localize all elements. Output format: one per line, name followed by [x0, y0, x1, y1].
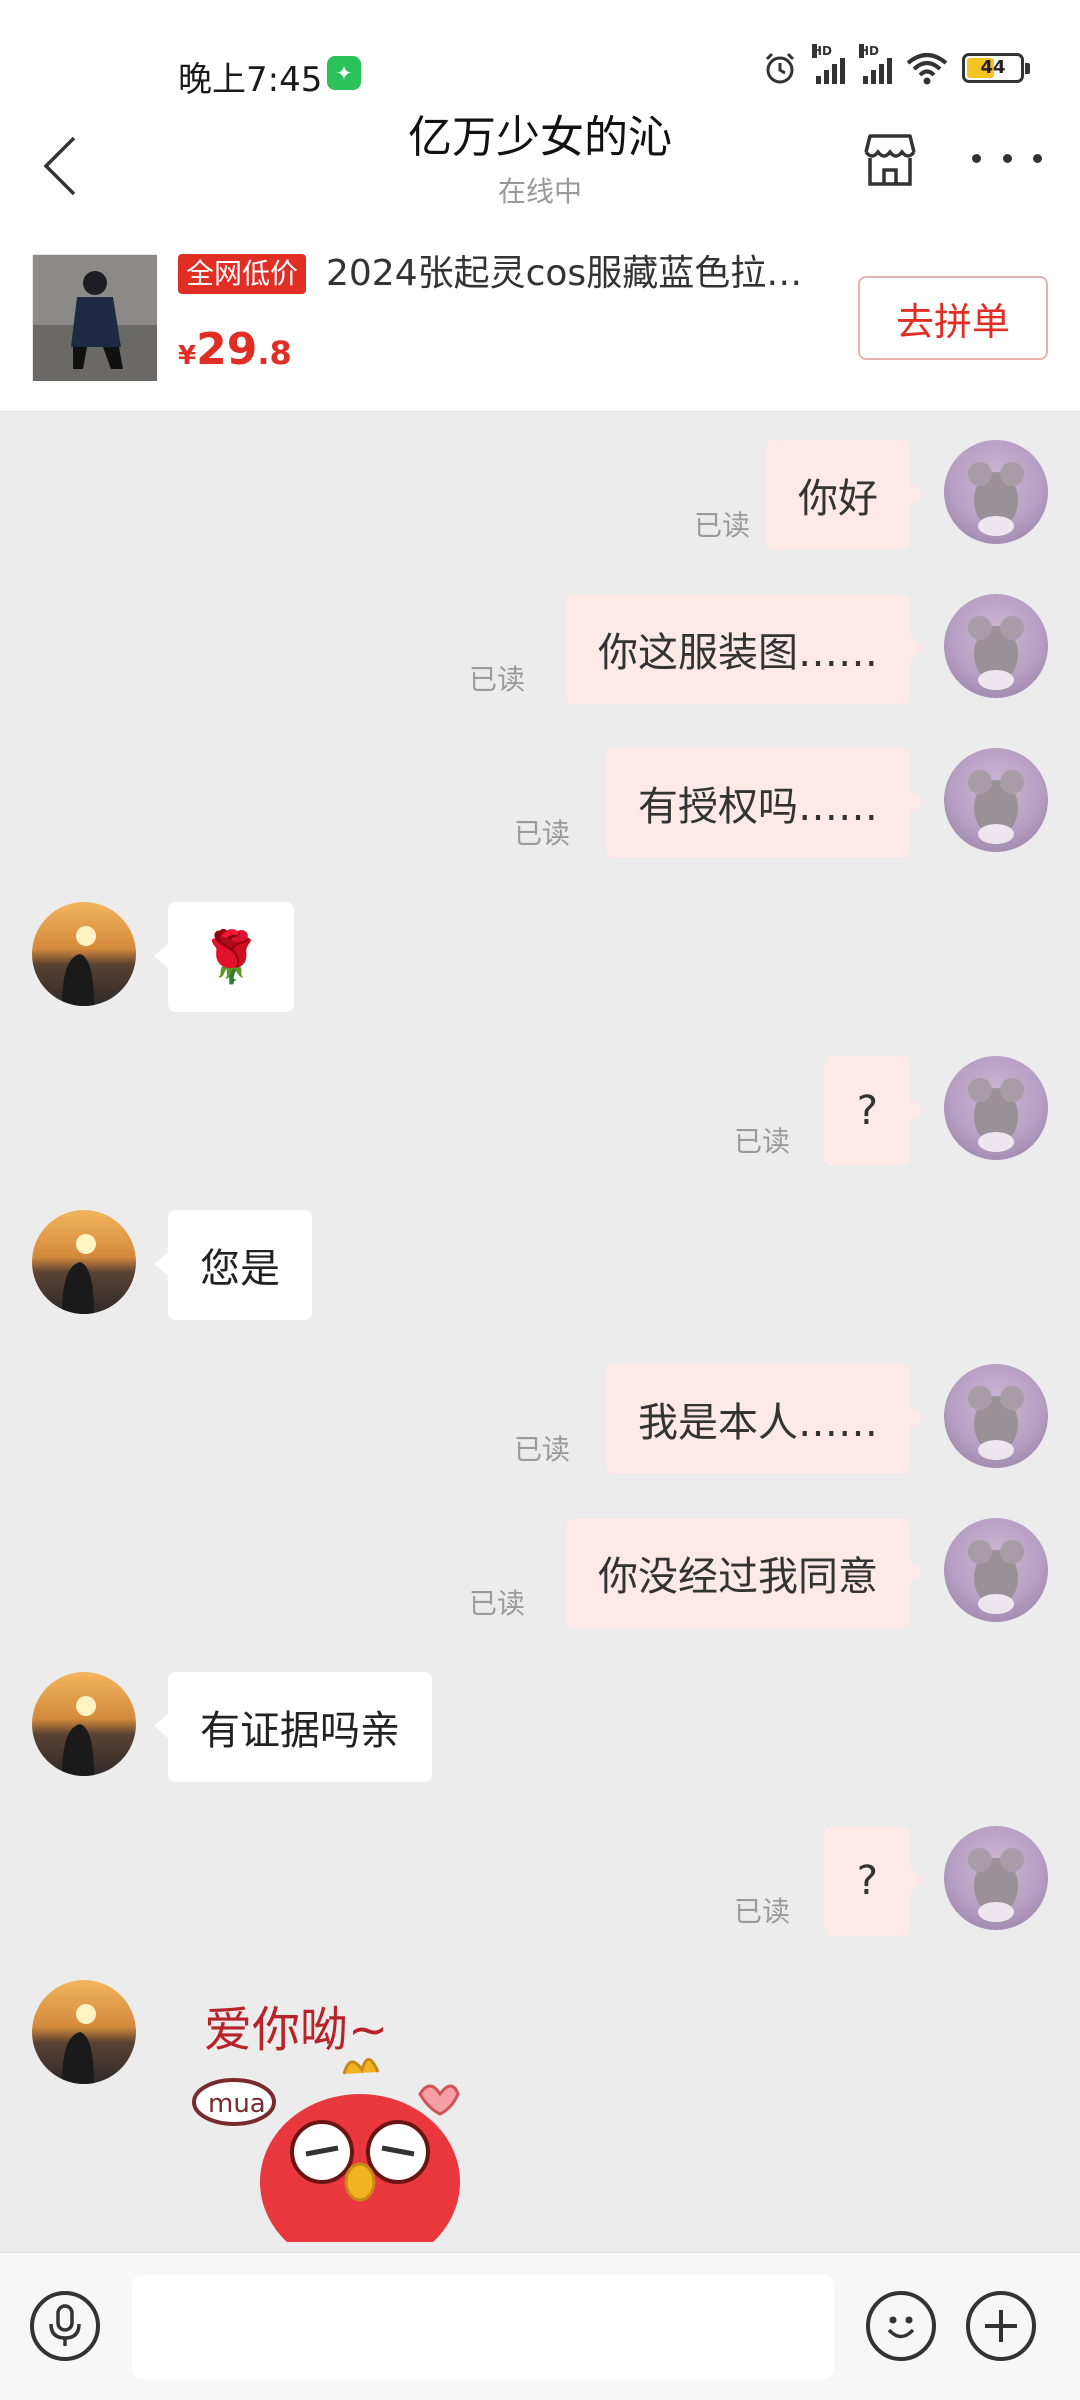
message-input[interactable]	[132, 2275, 834, 2379]
read-receipt: 已读	[468, 663, 525, 696]
more-options-button[interactable]	[972, 138, 1042, 178]
dot-icon	[1033, 153, 1042, 163]
read-receipt: 已读	[693, 509, 750, 542]
contact-avatar[interactable]	[32, 1210, 136, 1314]
cellular-signal-icon: HD	[812, 44, 845, 84]
my-avatar[interactable]	[944, 594, 1048, 698]
product-card[interactable]: 全网低价 2024张起灵cos服藏蓝色拉… ¥ 29 .8 去拼单	[0, 222, 1080, 412]
contact-avatar[interactable]	[32, 902, 136, 1006]
my-message-bubble[interactable]: 你这服装图……	[566, 594, 924, 704]
battery-level: 44	[980, 57, 1006, 78]
microphone-icon	[49, 2304, 81, 2346]
love-you-sticker[interactable]: 爱你呦~ mua	[190, 1982, 530, 2242]
rose-emoji: 🌹	[200, 927, 263, 986]
dot-icon	[1002, 153, 1012, 163]
my-message-bubble[interactable]: 我是本人……	[606, 1364, 924, 1474]
store-icon[interactable]	[858, 128, 922, 192]
product-thumbnail[interactable]	[32, 254, 157, 381]
my-message-bubble[interactable]: 你没经过我同意	[566, 1518, 924, 1628]
my-avatar[interactable]	[944, 748, 1048, 852]
status-icons: HD HD 44	[762, 44, 1030, 86]
smiley-icon	[887, 2316, 915, 2339]
sticker-tag: mua	[208, 2089, 266, 2119]
my-avatar[interactable]	[944, 1518, 1048, 1622]
chat-header: 亿万少女的沁 在线中	[0, 110, 1080, 222]
plus-icon	[985, 2310, 1017, 2342]
dot-icon	[972, 153, 981, 163]
status-time: 晚上7:45	[178, 60, 323, 100]
contact-avatar[interactable]	[32, 1980, 136, 2084]
my-message-bubble[interactable]: ?	[824, 1056, 925, 1166]
contact-message-bubble[interactable]: 有证据吗亲	[154, 1672, 432, 1782]
alarm-icon	[765, 52, 795, 84]
contact-message-bubble[interactable]: 🌹	[153, 902, 295, 1012]
wifi-icon	[906, 53, 948, 85]
read-receipt: 已读	[733, 1895, 790, 1928]
my-message-bubble[interactable]: 有授权吗……	[606, 748, 924, 858]
contact-avatar[interactable]	[32, 1672, 136, 1776]
lowest-price-badge: 全网低价	[178, 254, 307, 294]
read-receipt: 已读	[513, 1433, 570, 1466]
contact-message-bubble[interactable]: 您是	[154, 1210, 312, 1320]
product-title[interactable]: 2024张起灵cos服藏蓝色拉…	[326, 252, 836, 296]
battery-icon: 44	[962, 53, 1030, 83]
my-avatar[interactable]	[944, 1364, 1048, 1468]
voice-input-button[interactable]	[30, 2291, 100, 2361]
my-avatar[interactable]	[944, 1056, 1048, 1160]
read-receipt: 已读	[513, 817, 570, 850]
cellular-signal-2-icon: HD	[859, 44, 892, 84]
chat-messages[interactable]: 已读 你好 已读 你这服装图…… 已读 有授权吗…… 🌹 已读 ? 您是 已读 …	[0, 412, 1080, 2252]
wechat-notification-icon: ✦	[327, 56, 361, 90]
read-receipt: 已读	[733, 1125, 790, 1158]
status-bar: 晚上7:45 ✦ HD HD 44	[0, 0, 1080, 110]
my-avatar[interactable]	[944, 440, 1048, 544]
my-message-bubble[interactable]: ?	[824, 1826, 925, 1936]
read-receipt: 已读	[468, 1587, 525, 1620]
sticker-caption: 爱你呦~	[204, 2002, 388, 2058]
message-input-bar	[0, 2252, 1080, 2400]
emoji-button[interactable]	[866, 2291, 936, 2361]
my-avatar[interactable]	[944, 1826, 1048, 1930]
group-buy-button[interactable]: 去拼单	[858, 276, 1048, 360]
my-message-bubble[interactable]: 你好	[766, 440, 924, 550]
product-price: ¥ 29 .8	[178, 324, 292, 375]
more-actions-button[interactable]	[966, 2291, 1036, 2361]
